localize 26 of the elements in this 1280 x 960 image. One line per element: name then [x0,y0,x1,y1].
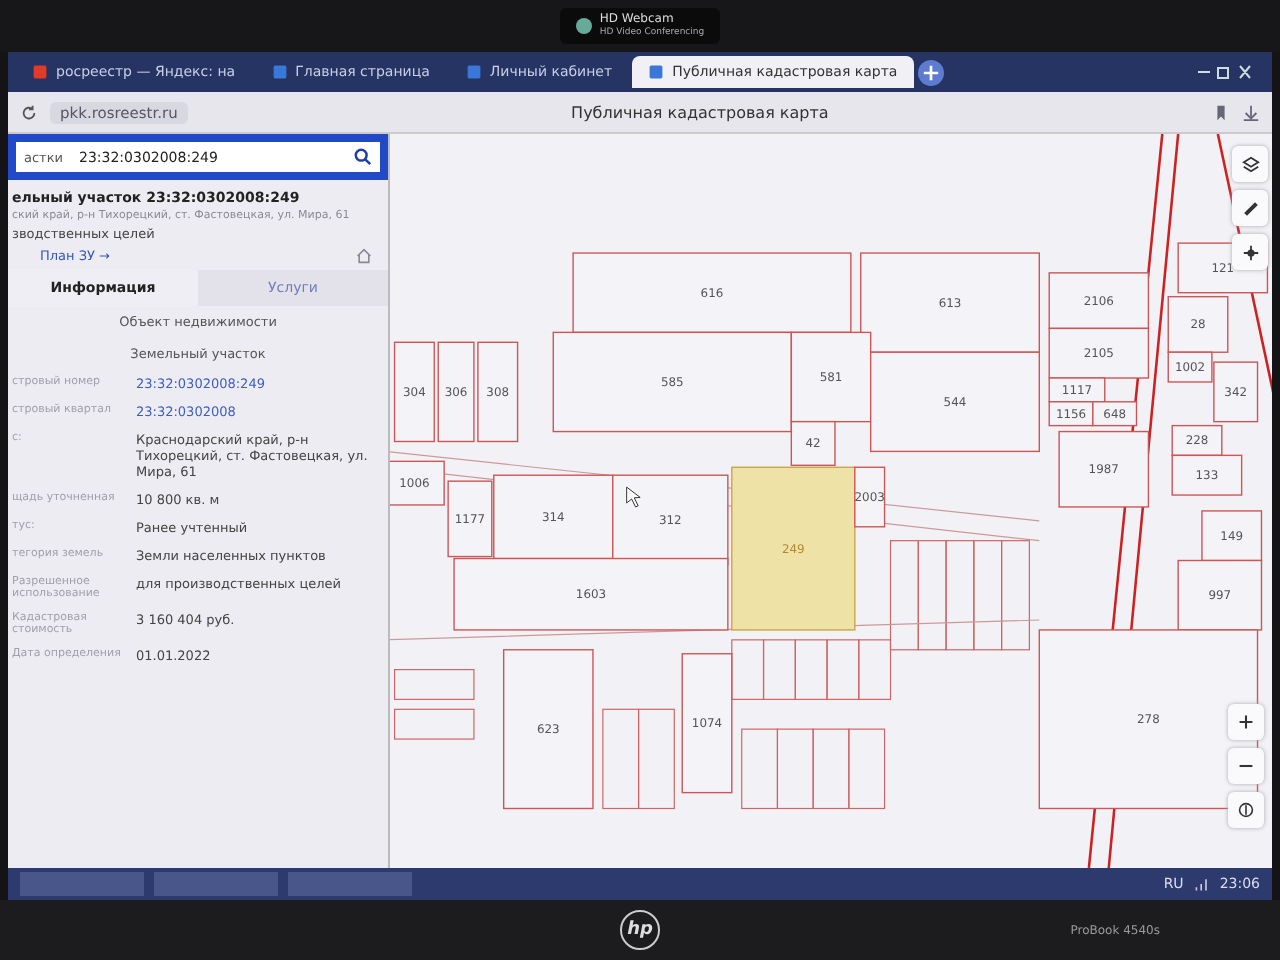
site-icon [32,64,48,80]
compass-icon [1238,802,1254,818]
site-icon [465,64,482,80]
pin-button[interactable] [1232,234,1268,270]
ruler-icon [1241,199,1259,217]
layers-icon [1241,155,1259,173]
layers-button[interactable] [1232,146,1268,182]
brand-logo: hp [620,910,660,950]
search-icon[interactable] [354,148,372,166]
crosshair-icon [1241,243,1259,261]
signal-icon[interactable] [1193,876,1210,892]
compass-button[interactable] [1228,792,1264,828]
home-icon[interactable] [356,248,372,264]
page-title: Публичная кадастровая карта [569,103,831,121]
site-icon [271,64,288,80]
new-tab-button[interactable] [917,59,944,85]
plus-icon [921,63,940,81]
ruler-button[interactable] [1232,190,1268,226]
plus-icon [1238,714,1254,730]
webcam-lens-icon [575,18,592,34]
download-icon[interactable] [1242,103,1260,121]
bookmark-icon[interactable] [1212,103,1230,121]
site-icon [648,64,665,80]
reload-icon[interactable] [20,103,38,121]
zoom-in-button[interactable] [1228,704,1264,740]
mouse-cursor-icon [626,486,641,508]
